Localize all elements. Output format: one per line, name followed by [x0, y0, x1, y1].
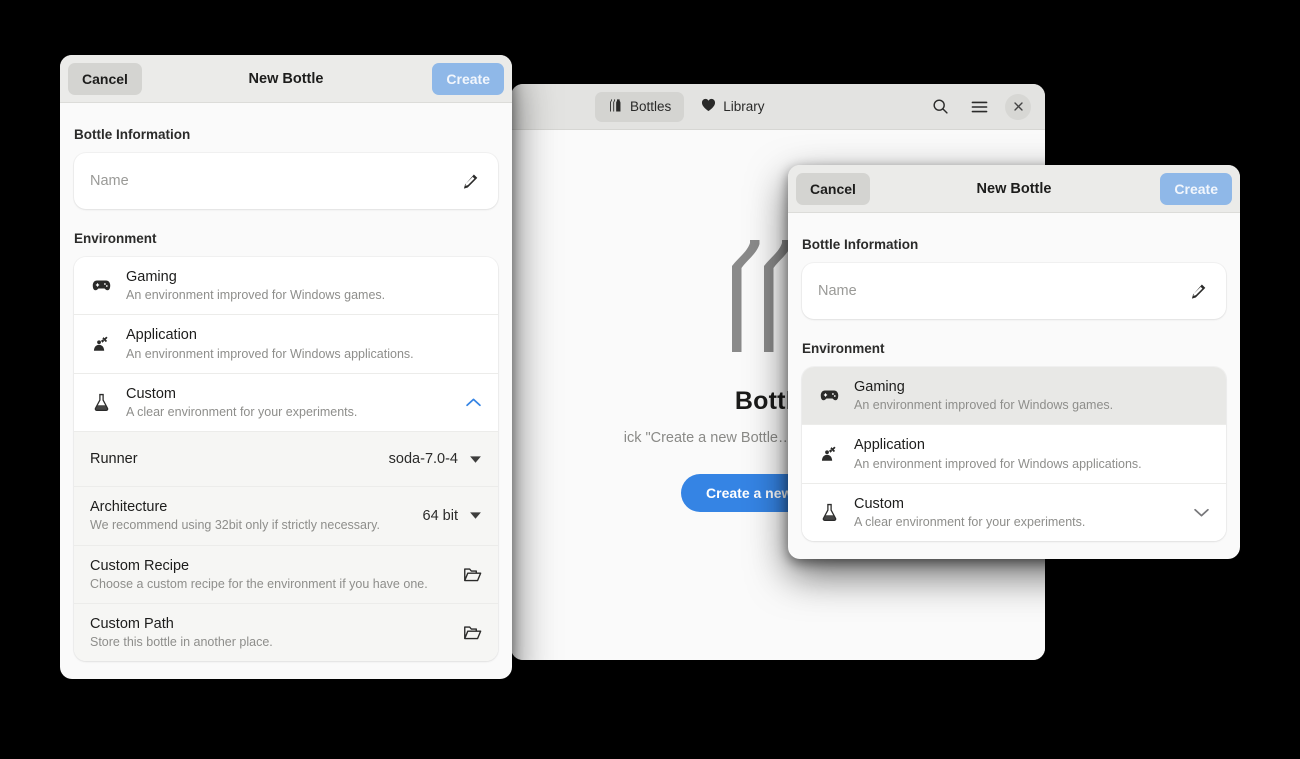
environment-option-text: Gaming An environment improved for Windo… — [854, 378, 1210, 413]
setting-title: Custom Recipe — [90, 557, 190, 574]
name-input[interactable]: Name — [818, 283, 1186, 299]
screen: Bottles Library Bottles ick "Create a ne… — [0, 0, 1300, 759]
new-bottle-dialog-secondary: Cancel New Bottle Create Bottle Informat… — [788, 165, 1240, 560]
dialog-front-headerbar: Cancel New Bottle Create — [60, 55, 512, 103]
setting-row-text: Architecture We recommend using 32bit on… — [90, 498, 423, 533]
flask-icon — [818, 503, 840, 522]
environment-option-text: Gaming An environment improved for Windo… — [126, 268, 482, 303]
option-subtitle: A clear environment for your experiments… — [854, 514, 1086, 529]
pencil-icon[interactable] — [1186, 279, 1210, 303]
tab-library-label: Library — [723, 99, 765, 114]
environment-option-gaming[interactable]: Gaming An environment improved for Windo… — [74, 257, 498, 315]
bottle-information-heading: Bottle Information — [802, 237, 919, 252]
setting-row-custom-recipe[interactable]: Custom Recipe Choose a custom recipe for… — [74, 544, 498, 603]
hamburger-menu-icon[interactable] — [966, 94, 992, 120]
bottle-name-row[interactable]: Name — [74, 153, 498, 209]
option-title: Application — [854, 437, 925, 454]
environment-option-custom[interactable]: Custom A clear environment for your expe… — [74, 372, 498, 432]
environment-option-application[interactable]: Application An environment improved for … — [74, 314, 498, 373]
environment-list: Gaming An environment improved for Windo… — [802, 367, 1226, 542]
application-icon — [818, 446, 840, 463]
bottle-name-card: Name — [802, 263, 1226, 319]
option-title: Gaming — [854, 379, 905, 395]
runner-value: soda-7.0-4 — [388, 451, 458, 468]
folder-open-icon[interactable] — [463, 566, 482, 583]
tab-library[interactable]: Library — [688, 92, 777, 122]
bottle-name-row[interactable]: Name — [802, 263, 1226, 319]
environment-option-text: Application An environment improved for … — [126, 326, 482, 361]
search-icon[interactable] — [927, 94, 953, 120]
folder-open-icon[interactable] — [463, 624, 482, 641]
dropdown-triangle-icon[interactable] — [469, 511, 482, 520]
bottle-information-heading: Bottle Information — [74, 127, 191, 142]
environment-option-gaming[interactable]: Gaming An environment improved for Windo… — [802, 367, 1226, 425]
environment-option-custom[interactable]: Custom A clear environment for your expe… — [802, 482, 1226, 542]
option-subtitle: An environment improved for Windows game… — [854, 398, 1114, 413]
name-input[interactable]: Name — [90, 173, 458, 189]
dialog-back-headerbar: Cancel New Bottle Create — [788, 165, 1240, 213]
view-switcher: Bottles Library — [595, 91, 778, 122]
environment-option-text: Application An environment improved for … — [854, 436, 1210, 471]
main-headerbar: Bottles Library — [511, 84, 1045, 130]
option-subtitle: An environment improved for Windows appl… — [126, 346, 414, 361]
setting-title: Custom Path — [90, 615, 174, 632]
heart-icon — [701, 98, 716, 115]
setting-subtitle: Choose a custom recipe for the environme… — [90, 576, 428, 591]
environment-option-text: Custom A clear environment for your expe… — [854, 495, 1193, 530]
bottles-icon — [608, 98, 623, 116]
setting-row-architecture[interactable]: Architecture We recommend using 32bit on… — [74, 486, 498, 545]
tab-bottles-label: Bottles — [630, 99, 672, 114]
headerbar-actions — [927, 93, 1035, 120]
option-subtitle: A clear environment for your experiments… — [126, 404, 358, 419]
option-title: Gaming — [126, 269, 177, 285]
setting-row-custom-path[interactable]: Custom Path Store this bottle in another… — [74, 602, 498, 662]
gamepad-icon — [90, 278, 112, 293]
bottle-name-card: Name — [74, 153, 498, 209]
create-button[interactable]: Create — [432, 62, 504, 95]
environment-heading: Environment — [74, 231, 157, 246]
gamepad-icon — [818, 388, 840, 403]
create-button[interactable]: Create — [1160, 172, 1232, 205]
environment-list: Gaming An environment improved for Windo… — [74, 257, 498, 662]
dropdown-triangle-icon[interactable] — [469, 455, 482, 464]
option-title: Custom — [126, 385, 176, 402]
cancel-button[interactable]: Cancel — [68, 62, 142, 95]
setting-row-runner[interactable]: Runner soda-7.0-4 — [74, 431, 498, 487]
option-title: Application — [126, 327, 197, 344]
chevron-up-icon[interactable] — [465, 397, 482, 408]
chevron-down-icon[interactable] — [1193, 507, 1210, 518]
option-subtitle: An environment improved for Windows game… — [126, 288, 386, 303]
tab-bottles[interactable]: Bottles — [595, 91, 685, 122]
flask-icon — [90, 393, 112, 412]
setting-title: Architecture — [90, 499, 168, 516]
environment-option-text: Custom A clear environment for your expe… — [126, 385, 465, 420]
setting-row-text: Custom Recipe Choose a custom recipe for… — [90, 557, 463, 592]
option-subtitle: An environment improved for Windows appl… — [854, 456, 1142, 471]
environment-option-application[interactable]: Application An environment improved for … — [802, 424, 1226, 483]
architecture-value: 64 bit — [422, 507, 458, 524]
environment-heading: Environment — [802, 341, 885, 356]
setting-title: Runner — [90, 451, 138, 468]
dialog-back-content: Bottle Information Name Environment Gami… — [788, 213, 1240, 559]
pencil-icon[interactable] — [458, 169, 482, 193]
application-icon — [90, 336, 112, 353]
cancel-button[interactable]: Cancel — [796, 172, 870, 205]
close-icon[interactable] — [1005, 93, 1031, 120]
new-bottle-dialog-primary: Cancel New Bottle Create Bottle Informat… — [60, 55, 512, 680]
dialog-front-content: Bottle Information Name Environment Gami… — [60, 103, 512, 679]
setting-subtitle: Store this bottle in another place. — [90, 635, 273, 649]
setting-row-text: Runner — [90, 450, 389, 468]
option-title: Custom — [854, 495, 904, 512]
setting-subtitle: We recommend using 32bit only if strictl… — [90, 518, 380, 533]
setting-row-text: Custom Path Store this bottle in another… — [90, 615, 463, 650]
